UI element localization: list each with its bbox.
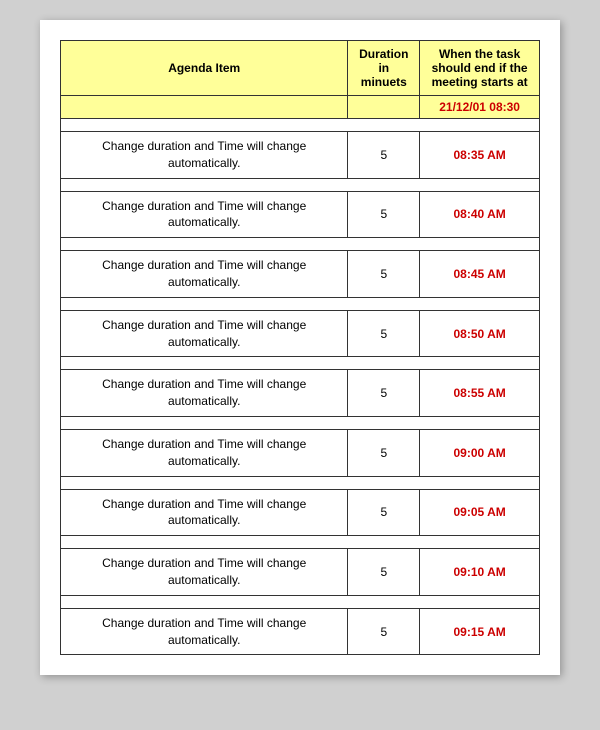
duration-cell: 5: [348, 191, 420, 238]
header-when: When the task should end if the meeting …: [420, 41, 540, 96]
duration-cell: 5: [348, 370, 420, 417]
spacer-row: [61, 178, 540, 191]
time-cell: 08:50 AM: [420, 310, 540, 357]
table-row: Change duration and Time will change aut…: [61, 370, 540, 417]
duration-cell: 5: [348, 549, 420, 596]
spacer-row: [61, 416, 540, 429]
time-cell: 09:10 AM: [420, 549, 540, 596]
table-row: Change duration and Time will change aut…: [61, 608, 540, 655]
agenda-cell: Change duration and Time will change aut…: [61, 132, 348, 179]
start-date-cell: 21/12/01 08:30: [420, 96, 540, 119]
duration-cell: 5: [348, 132, 420, 179]
table-row: Change duration and Time will change aut…: [61, 191, 540, 238]
table-row: Change duration and Time will change aut…: [61, 549, 540, 596]
table-row: Change duration and Time will change aut…: [61, 251, 540, 298]
table-row: Change duration and Time will change aut…: [61, 489, 540, 536]
duration-cell: 5: [348, 429, 420, 476]
spacer-row: [61, 536, 540, 549]
time-cell: 09:00 AM: [420, 429, 540, 476]
agenda-cell: Change duration and Time will change aut…: [61, 608, 348, 655]
agenda-table: Agenda Item Duration in minuets When the…: [60, 40, 540, 655]
header-agenda: Agenda Item: [61, 41, 348, 96]
spacer-row: [61, 119, 540, 132]
spacer-row: [61, 357, 540, 370]
agenda-cell: Change duration and Time will change aut…: [61, 251, 348, 298]
spacer-row: [61, 595, 540, 608]
date-agenda-cell: [61, 96, 348, 119]
table-row: Change duration and Time will change aut…: [61, 310, 540, 357]
agenda-cell: Change duration and Time will change aut…: [61, 370, 348, 417]
time-cell: 09:15 AM: [420, 608, 540, 655]
duration-cell: 5: [348, 608, 420, 655]
agenda-cell: Change duration and Time will change aut…: [61, 310, 348, 357]
time-cell: 08:35 AM: [420, 132, 540, 179]
duration-cell: 5: [348, 489, 420, 536]
time-cell: 08:55 AM: [420, 370, 540, 417]
date-duration-cell: [348, 96, 420, 119]
time-cell: 08:40 AM: [420, 191, 540, 238]
page-container: Agenda Item Duration in minuets When the…: [40, 20, 560, 675]
agenda-cell: Change duration and Time will change aut…: [61, 549, 348, 596]
agenda-cell: Change duration and Time will change aut…: [61, 489, 348, 536]
spacer-row: [61, 238, 540, 251]
duration-cell: 5: [348, 310, 420, 357]
time-cell: 09:05 AM: [420, 489, 540, 536]
table-row: Change duration and Time will change aut…: [61, 132, 540, 179]
spacer-row: [61, 476, 540, 489]
spacer-row: [61, 297, 540, 310]
table-row: Change duration and Time will change aut…: [61, 429, 540, 476]
duration-cell: 5: [348, 251, 420, 298]
agenda-cell: Change duration and Time will change aut…: [61, 429, 348, 476]
header-duration: Duration in minuets: [348, 41, 420, 96]
time-cell: 08:45 AM: [420, 251, 540, 298]
agenda-cell: Change duration and Time will change aut…: [61, 191, 348, 238]
